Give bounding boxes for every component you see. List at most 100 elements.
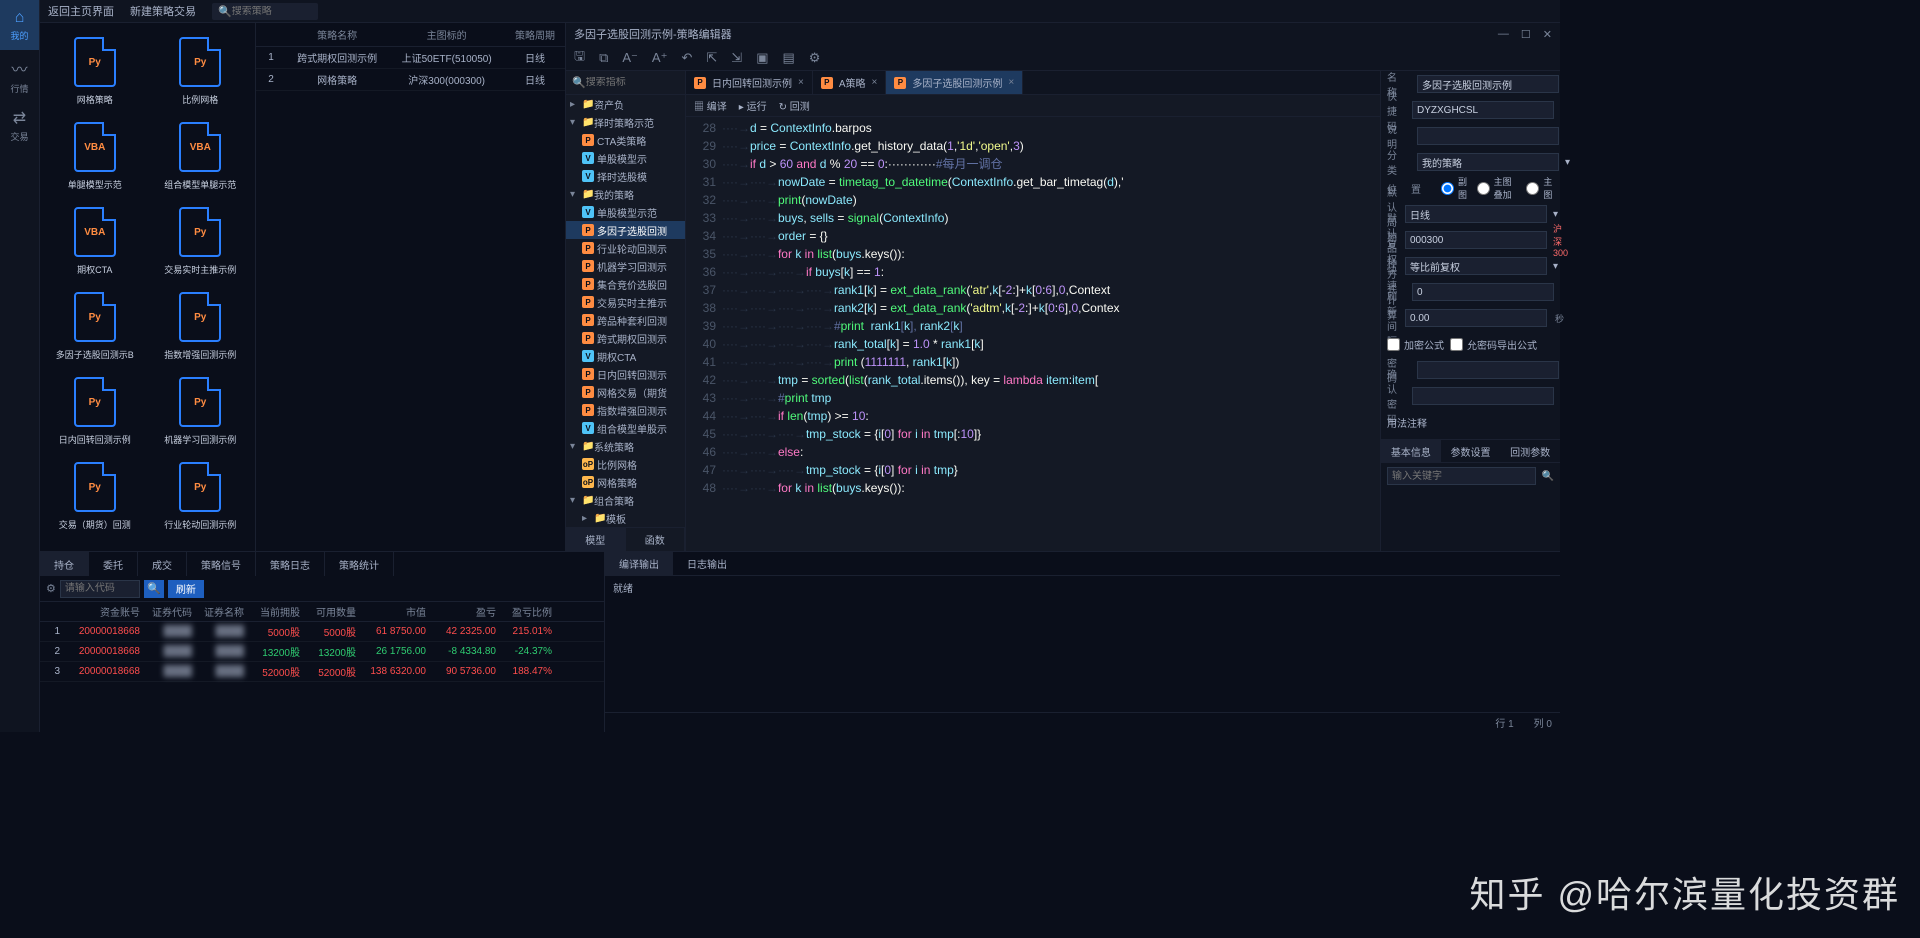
tree-node[interactable]: ▸📁模板 (566, 509, 685, 527)
code-editor[interactable]: 2829303132333435363738394041424344454647… (686, 117, 1380, 551)
encrypt-checkbox[interactable]: 加密公式 (1387, 337, 1444, 352)
bottom-tab[interactable]: 策略日志 (256, 552, 325, 576)
home-link[interactable]: 返回主页界面 (48, 3, 114, 19)
tree-node[interactable]: P机器学习回测示 (566, 257, 685, 275)
strategy-item[interactable]: Py网格策略 (44, 31, 146, 112)
tree-node[interactable]: ▾📁我的策略 (566, 185, 685, 203)
pos-row[interactable]: 120000018668████████5000股5000股61 8750.00… (40, 622, 604, 642)
import-icon[interactable]: ⇲ (731, 50, 742, 66)
prop-pwd-input[interactable] (1417, 361, 1559, 379)
tree-node[interactable]: P跨品种套利回测 (566, 311, 685, 329)
strategy-item[interactable]: Py行业轮动回测示例 (150, 456, 252, 537)
tree-node[interactable]: P行业轮动回测示 (566, 239, 685, 257)
tree-node[interactable]: P交易实时主推示 (566, 293, 685, 311)
chevron-down-icon[interactable]: ▾ (1553, 209, 1558, 220)
prop-adj-select[interactable] (1405, 257, 1547, 275)
prop-refresh-input[interactable] (1405, 309, 1547, 327)
font-inc-icon[interactable]: A⁺ (652, 50, 668, 66)
strategy-item[interactable]: VBA单腿模型示范 (44, 116, 146, 197)
keyword-input[interactable] (1387, 467, 1536, 485)
st-row[interactable]: 1跨式期权回测示例上证50ETF(510050)日线 (256, 47, 565, 69)
bottom-tab[interactable]: 持仓 (40, 552, 89, 576)
strategy-item[interactable]: Py比例网格 (150, 31, 252, 112)
maximize-icon[interactable]: ☐ (1521, 28, 1531, 41)
save-icon[interactable]: 🖫 (574, 47, 585, 69)
tree-node[interactable]: oP网格策略 (566, 473, 685, 491)
tree-tab[interactable]: 模型 (566, 528, 626, 551)
prop-cat-select[interactable] (1417, 153, 1559, 171)
pos-radio[interactable]: 副图 (1441, 175, 1469, 201)
prop-tab[interactable]: 基本信息 (1381, 440, 1441, 462)
font-dec-icon[interactable]: A⁻ (622, 50, 638, 66)
strategy-item[interactable]: VBA期权CTA (44, 201, 146, 282)
prop-code-input[interactable] (1412, 101, 1554, 119)
refresh-button[interactable]: 刷新 (168, 580, 204, 598)
tree-node[interactable]: P指数增强回测示 (566, 401, 685, 419)
indicator-tree[interactable]: ▸📁资产负▾📁择时策略示范PCTA类策略V单股模型示V择时选股模▾📁我的策略V单… (566, 95, 685, 527)
undo-icon[interactable]: ↶ (681, 50, 692, 66)
tree-node[interactable]: PCTA类策略 (566, 131, 685, 149)
strategy-item[interactable]: Py多因子选股回测示B (44, 286, 146, 367)
tool2-icon[interactable]: ▤ (782, 50, 794, 66)
tree-node[interactable]: P跨式期权回测示 (566, 329, 685, 347)
copy-icon[interactable]: ⧉ (599, 50, 608, 66)
tree-node[interactable]: P日内回转回测示 (566, 365, 685, 383)
settings-icon[interactable]: ⚙ (46, 582, 56, 595)
bottom-tab[interactable]: 策略信号 (187, 552, 256, 576)
strategy-item[interactable]: Py交易（期货）回测 (44, 456, 146, 537)
file-tab[interactable]: P多因子选股回测示例× (886, 71, 1023, 94)
run-tab-backtest[interactable]: ↻ 回测 (779, 98, 810, 113)
tree-node[interactable]: ▾📁系统策略 (566, 437, 685, 455)
tree-node[interactable]: V组合模型单股示 (566, 419, 685, 437)
bottom-tab[interactable]: 策略统计 (325, 552, 394, 576)
tool3-icon[interactable]: ⚙ (809, 50, 821, 66)
tree-tab[interactable]: 函数 (626, 528, 686, 551)
tree-node[interactable]: V择时选股模 (566, 167, 685, 185)
search-icon[interactable]: 🔍 (1542, 471, 1554, 482)
output-tab[interactable]: 日志输出 (673, 552, 741, 575)
strategy-item[interactable]: Py机器学习回测示例 (150, 371, 252, 452)
prop-pwd-confirm-input[interactable] (1412, 387, 1554, 405)
tree-node[interactable]: P网格交易（期货 (566, 383, 685, 401)
strategy-item[interactable]: VBA组合模型单腿示范 (150, 116, 252, 197)
nav-我的[interactable]: ⌂我的 (0, 0, 39, 50)
tree-node[interactable]: V期权CTA (566, 347, 685, 365)
tree-node[interactable]: ▸📁资产负 (566, 95, 685, 113)
indicator-search[interactable] (586, 77, 679, 88)
tree-node[interactable]: P多因子选股回测 (566, 221, 685, 239)
close-tab-icon[interactable]: × (798, 77, 804, 88)
code-input[interactable] (60, 580, 140, 598)
st-row[interactable]: 2网格策略沪深300(000300)日线 (256, 69, 565, 91)
chevron-down-icon[interactable]: ▾ (1565, 157, 1570, 168)
tool1-icon[interactable]: ▣ (756, 50, 768, 66)
prop-fast-input[interactable] (1412, 283, 1554, 301)
file-tab[interactable]: PA策略× (813, 71, 887, 94)
new-strategy-link[interactable]: 新建策略交易 (130, 3, 196, 19)
tree-node[interactable]: ▾📁择时策略示范 (566, 113, 685, 131)
prop-tab[interactable]: 参数设置 (1441, 440, 1501, 462)
prop-desc-input[interactable] (1417, 127, 1559, 145)
search-button[interactable]: 🔍 (144, 580, 164, 598)
close-tab-icon[interactable]: × (1008, 77, 1014, 88)
prop-default-code-input[interactable] (1405, 231, 1547, 249)
close-icon[interactable]: ✕ (1543, 28, 1552, 41)
file-tab[interactable]: P日内回转回测示例× (686, 71, 813, 94)
nav-行情[interactable]: 〰行情 (0, 50, 39, 100)
tree-node[interactable]: oP比例网格 (566, 455, 685, 473)
bottom-tab[interactable]: 成交 (138, 552, 187, 576)
topbar-search[interactable]: 🔍 (212, 3, 318, 20)
run-tab-run[interactable]: ▸ 运行 (739, 98, 767, 113)
export-icon[interactable]: ⇱ (706, 50, 717, 66)
prop-tab[interactable]: 回测参数 (1500, 440, 1560, 462)
pos-row[interactable]: 220000018668████████13200股13200股26 1756.… (40, 642, 604, 662)
allow-export-checkbox[interactable]: 允密码导出公式 (1450, 337, 1537, 352)
close-tab-icon[interactable]: × (872, 77, 878, 88)
run-tab-compile[interactable]: ▦ 编译 (694, 98, 727, 113)
tree-node[interactable]: ▾📁组合策略 (566, 491, 685, 509)
pos-row[interactable]: 320000018668████████52000股52000股138 6320… (40, 662, 604, 682)
minimize-icon[interactable]: — (1498, 28, 1509, 41)
nav-交易[interactable]: ⇄交易 (0, 100, 39, 150)
bottom-tab[interactable]: 委托 (89, 552, 138, 576)
prop-name-input[interactable] (1417, 75, 1559, 93)
output-tab[interactable]: 编译输出 (605, 552, 673, 575)
